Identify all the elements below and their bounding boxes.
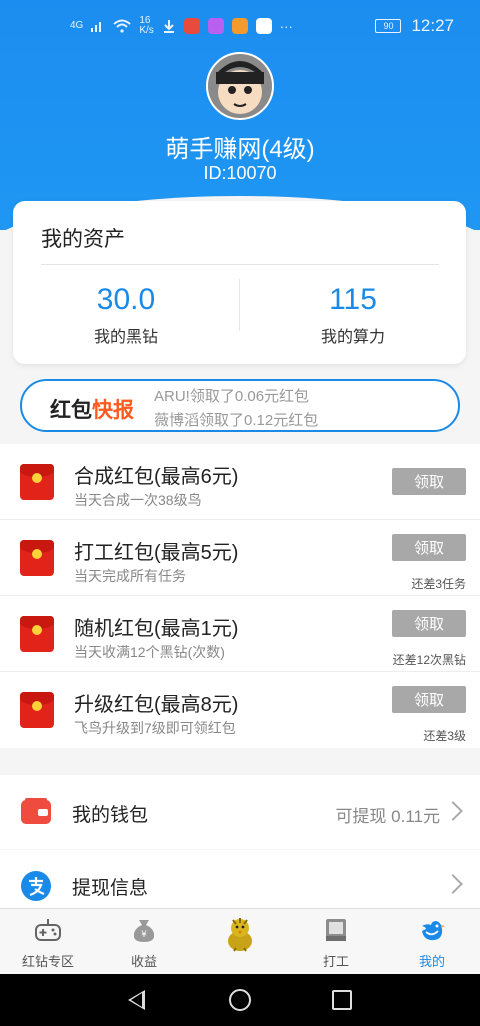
app-notification-icon-4 [255,18,272,34]
task-remaining-note: 还差3任务 [411,577,466,591]
task-title: 随机红包(最高1元) [74,618,239,640]
task-list: 合成红包(最高6元) 当天合成一次38级鸟 领取 打工红包(最高5元) 当天完成… [0,444,480,748]
bird-icon [422,921,445,941]
compute-power-value: 115 [329,283,377,316]
task-description: 当天完成所有任务 [74,568,186,584]
app-notification-icon-3 [231,18,248,34]
divider [41,264,439,265]
tab-mine[interactable]: 我的 [384,909,480,975]
ticker-line: 薇博滔领取了0.12元红包 [154,412,319,429]
username: 萌手赚网(4级) [165,136,315,163]
wallet-label: 我的钱包 [72,805,149,826]
task-row-synth: 合成红包(最高6元) 当天合成一次38级鸟 领取 [0,444,480,520]
red-packet-ticker[interactable]: 红包快报 ARU!领取了0.06元红包 薇博滔领取了0.12元红包 [20,379,460,432]
withdrawable-amount: 可提现 0.11元 [335,807,440,826]
book-icon [326,919,346,941]
tab-label: 收益 [130,954,157,969]
task-remaining-note: 还差3级 [423,729,466,743]
chevron-right-icon [443,801,463,821]
task-row-random: 随机红包(最高1元) 当天收满12个黑钻(次数) 领取 还差12次黑钻 [0,596,480,672]
task-title: 升级红包(最高8元) [74,694,239,716]
ticker-line: ARU!领取了0.06元红包 [154,388,310,405]
task-row-upgrade: 升级红包(最高8元) 飞鸟升级到7级即可领红包 领取 还差3级 [0,672,480,748]
avatar-image [208,54,272,118]
avatar[interactable] [206,52,274,120]
bottom-tab-bar: 红钻专区 ¥ 收益 打工 我的 [0,908,480,974]
compute-power-stat[interactable]: 115 我的算力 [240,281,466,347]
red-packet-icon [20,692,54,728]
red-packet-icon [20,464,54,500]
withdraw-info-label: 提现信息 [72,878,149,899]
assets-card: 我的资产 30.0 我的黑钻 115 我的算力 [13,201,466,364]
status-bar: 4G 16 K/s ··· 90 12:27 [0,0,480,56]
task-remaining-note: 还差12次黑钻 [392,653,466,667]
app-notification-icon-1 [183,18,200,34]
claim-button[interactable]: 领取 [392,468,466,495]
signal-icon [91,22,102,32]
task-description: 当天收满12个黑钻(次数) [74,644,225,660]
battery-icon: 90 [375,19,402,33]
ticker-label: 红包快报 [50,394,134,424]
money-bag-icon: ¥ [133,920,155,942]
status-left: 4G 16 K/s ··· [70,16,293,36]
task-row-work: 打工红包(最高5元) 当天完成所有任务 领取 还差3任务 [0,520,480,596]
ticker-label-part2: 快报 [92,399,134,422]
net-speed-unit: K/s [139,25,154,36]
tab-red-diamond[interactable]: 红钻专区 [0,909,96,975]
download-icon [163,20,174,33]
ticker-lines: ARU!领取了0.06元红包 薇博滔领取了0.12元红包 [154,381,444,430]
wallet-row[interactable]: 我的钱包 可提现 0.11元 [0,775,480,849]
black-diamond-stat[interactable]: 30.0 我的黑钻 [13,281,239,347]
tab-work[interactable]: 打工 [288,909,384,975]
claim-button[interactable]: 领取 [392,610,466,637]
task-title: 打工红包(最高5元) [74,542,239,564]
chevron-right-icon [443,874,463,894]
alipay-icon [21,871,51,901]
app-notification-icon-2 [207,18,224,34]
claim-button[interactable]: 领取 [392,534,466,561]
tab-label: 打工 [322,954,349,969]
network-label: 4G [70,20,84,31]
red-packet-icon [20,616,54,652]
status-right: 90 12:27 [375,16,454,36]
recent-apps-icon[interactable] [332,990,352,1010]
tab-label: 红钻专区 [21,954,74,969]
home-icon[interactable] [229,989,251,1011]
claim-button[interactable]: 领取 [392,686,466,713]
wifi-icon [113,19,132,33]
system-navigation-bar [0,974,480,1026]
task-description: 飞鸟升级到7级即可领红包 [74,720,236,736]
black-diamond-label: 我的黑钻 [93,329,158,346]
task-title: 合成红包(最高6元) [74,466,239,488]
tab-label: 我的 [418,954,445,969]
net-speed: 16 K/s [139,16,153,36]
user-id: ID:10070 [203,163,277,183]
more-notifications: ··· [279,18,293,34]
task-description: 当天合成一次38级鸟 [74,492,202,508]
svg-text:¥: ¥ [141,930,147,940]
gamepad-icon [35,919,61,941]
bird-mascot-icon [228,918,252,952]
back-icon[interactable] [128,990,145,1010]
ticker-label-part1: 红包 [50,399,92,422]
wallet-icon [21,798,51,824]
tab-home-bird[interactable] [192,909,288,975]
compute-power-label: 我的算力 [320,329,385,346]
clock: 12:27 [411,16,454,35]
assets-title: 我的资产 [41,228,125,251]
black-diamond-value: 30.0 [96,283,156,316]
tab-earnings[interactable]: ¥ 收益 [96,909,192,975]
withdraw-info-row[interactable]: 提现信息 [0,850,480,908]
red-packet-icon [20,540,54,576]
